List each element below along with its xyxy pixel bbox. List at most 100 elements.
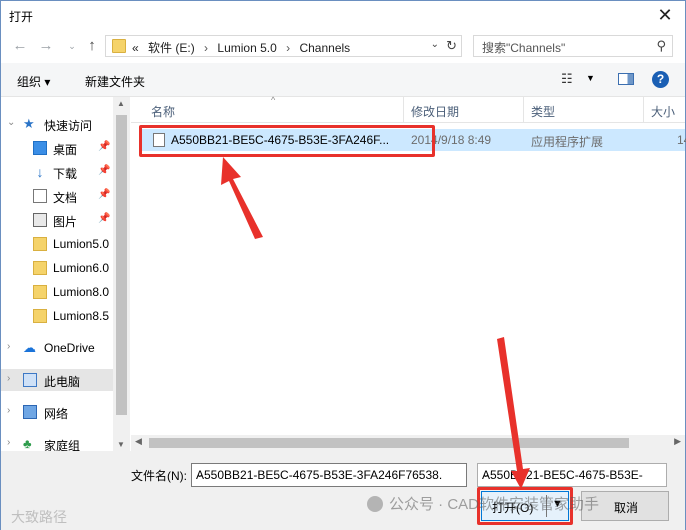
nav-item-lumion50[interactable]: Lumion5.0 — [1, 233, 113, 255]
network-icon — [23, 405, 37, 419]
scroll-thumb[interactable] — [149, 438, 629, 448]
column-divider[interactable] — [403, 97, 404, 123]
desktop-icon — [33, 141, 47, 155]
column-divider[interactable] — [523, 97, 524, 123]
nav-label: 下载 — [53, 167, 78, 181]
expand-chevron-icon[interactable]: › — [7, 405, 10, 416]
nav-item-documents[interactable]: 文档 📌 — [1, 185, 113, 207]
search-icon[interactable]: ⚲ — [656, 38, 666, 54]
filename-highlight-box — [139, 125, 435, 157]
view-dropdown-icon[interactable]: ▼ — [586, 73, 595, 83]
up-arrow-icon[interactable]: ↑ — [83, 37, 101, 55]
scroll-down-icon[interactable]: ▼ — [117, 440, 125, 449]
new-folder-button[interactable]: 新建文件夹 — [85, 73, 145, 90]
nav-item-lumion60[interactable]: Lumion6.0 — [1, 257, 113, 279]
folder-icon — [33, 309, 47, 323]
nav-label: OneDrive — [44, 341, 95, 355]
folder-icon — [33, 261, 47, 275]
nav-label: Lumion8.5 — [53, 309, 110, 323]
file-type-filter[interactable]: A550BB21-BE5C-4675-B53E- ⌄ — [477, 463, 667, 487]
search-placeholder: 搜索"Channels" — [482, 41, 566, 55]
nav-item-lumion80[interactable]: Lumion8.0 — [1, 281, 113, 303]
nav-label: Lumion5.0 — [53, 237, 110, 251]
nav-item-desktop[interactable]: 桌面 📌 — [1, 137, 113, 159]
column-divider[interactable] — [643, 97, 644, 123]
nav-label: 桌面 — [53, 143, 78, 157]
star-icon: ★ — [23, 116, 35, 131]
recent-locations-chevron-icon[interactable]: ⌄ — [63, 37, 81, 55]
nav-label: Lumion8.0 — [53, 285, 110, 299]
nav-item-network[interactable]: › 网络 — [1, 401, 113, 423]
scroll-up-icon[interactable]: ▲ — [117, 99, 125, 108]
file-size: 14 — [677, 133, 686, 147]
navigation-pane: ⌄ ★ 快速访问 桌面 📌 ↓ 下载 📌 文档 📌 图片 📌 Lumion5.0 — [1, 97, 129, 453]
nav-vertical-scrollbar[interactable]: ▲ ▼ — [113, 97, 130, 451]
preview-pane-icon[interactable] — [618, 73, 634, 85]
nav-label: 图片 — [53, 215, 78, 229]
scroll-right-icon[interactable]: ▶ — [674, 436, 681, 447]
computer-icon — [23, 373, 37, 387]
column-headers: ^ 名称 修改日期 类型 大小 — [131, 95, 685, 123]
cancel-label: 取消 — [614, 501, 639, 515]
folder-icon — [33, 237, 47, 251]
back-arrow-icon[interactable]: ← — [11, 37, 29, 55]
nav-quick-access[interactable]: ⌄ ★ 快速访问 — [1, 113, 113, 135]
window-title: 打开 — [9, 10, 34, 24]
view-options-icon[interactable]: ☷ — [561, 71, 573, 87]
address-row: ← → ⌄ ↑ « 软件 (E:) › Lumion 5.0 › Channel… — [1, 31, 685, 63]
breadcrumb-drive[interactable]: 软件 (E:) — [148, 41, 195, 55]
pin-icon: 📌 — [98, 141, 111, 152]
column-header-type[interactable]: 类型 — [531, 103, 555, 120]
expand-chevron-icon[interactable]: › — [7, 437, 10, 448]
toolbar: 组织 ▾ 新建文件夹 ☷ ▼ ? — [1, 63, 685, 97]
picture-icon — [33, 213, 47, 227]
expand-chevron-icon[interactable]: › — [7, 341, 10, 352]
filename-field[interactable]: A550BB21-BE5C-4675-B53E-3FA246F76538. ⌄ — [191, 463, 467, 487]
watermark-account: 公众号 · CAD软件安装管家助手 — [367, 493, 599, 514]
pin-icon: 📌 — [98, 213, 111, 224]
homegroup-icon: ♣ — [23, 436, 32, 451]
nav-item-pictures[interactable]: 图片 📌 — [1, 209, 113, 231]
pin-icon: 📌 — [98, 189, 111, 200]
horizontal-scrollbar[interactable]: ◀ ▶ — [131, 435, 685, 451]
scroll-left-icon[interactable]: ◀ — [135, 436, 142, 447]
refresh-icon[interactable]: ↻ — [446, 38, 457, 54]
column-header-name[interactable]: 名称 — [151, 103, 175, 120]
breadcrumb-lumion[interactable]: Lumion 5.0 — [217, 41, 276, 55]
nav-label: 快速访问 — [44, 119, 93, 133]
open-file-dialog: 打开 ✕ ← → ⌄ ↑ « 软件 (E:) › Lumion 5.0 › Ch… — [0, 0, 686, 530]
breadcrumb-separator-icon[interactable]: › — [204, 41, 208, 55]
nav-label: 文档 — [53, 191, 78, 205]
search-input[interactable]: 搜索"Channels" ⚲ — [473, 35, 673, 57]
chevron-down-icon[interactable]: ⌄ — [482, 469, 662, 480]
breadcrumb-separator-icon[interactable]: › — [286, 41, 290, 55]
dialog-footer: 文件名(N): A550BB21-BE5C-4675-B53E-3FA246F7… — [1, 451, 685, 530]
breadcrumb: « 软件 (E:) › Lumion 5.0 › Channels — [132, 39, 356, 56]
nav-item-lumion85[interactable]: Lumion8.5 — [1, 305, 113, 327]
forward-arrow-icon[interactable]: → — [37, 37, 55, 55]
breadcrumb-overflow[interactable]: « — [132, 41, 139, 55]
address-dropdown-icon[interactable]: ⌄ — [431, 39, 439, 50]
organize-button[interactable]: 组织 ▾ — [17, 73, 50, 90]
breadcrumb-channels[interactable]: Channels — [299, 41, 350, 55]
expand-chevron-icon[interactable]: › — [7, 373, 10, 384]
watermark-corner: 大致路径 — [11, 509, 67, 525]
folder-icon — [33, 285, 47, 299]
watermark-text: 公众号 · CAD软件安装管家助手 — [389, 496, 600, 513]
download-icon: ↓ — [36, 164, 44, 180]
collapse-chevron-icon[interactable]: ⌄ — [7, 117, 15, 128]
chevron-down-icon[interactable]: ⌄ — [196, 469, 462, 480]
nav-item-this-pc[interactable]: › 此电脑 — [1, 369, 113, 391]
nav-item-downloads[interactable]: ↓ 下载 📌 — [1, 161, 113, 183]
document-icon — [33, 189, 47, 203]
column-header-date[interactable]: 修改日期 — [411, 103, 459, 120]
nav-item-onedrive[interactable]: › ☁ OneDrive — [1, 337, 113, 359]
column-header-size[interactable]: 大小 — [651, 103, 675, 120]
address-bar[interactable]: « 软件 (E:) › Lumion 5.0 › Channels ⌄ ↻ — [105, 35, 462, 57]
scroll-thumb[interactable] — [116, 115, 127, 415]
help-icon[interactable]: ? — [652, 71, 669, 88]
wechat-icon — [367, 496, 383, 512]
cloud-icon: ☁ — [23, 340, 36, 355]
sort-ascending-icon: ^ — [271, 95, 276, 105]
close-icon[interactable]: ✕ — [653, 4, 677, 26]
